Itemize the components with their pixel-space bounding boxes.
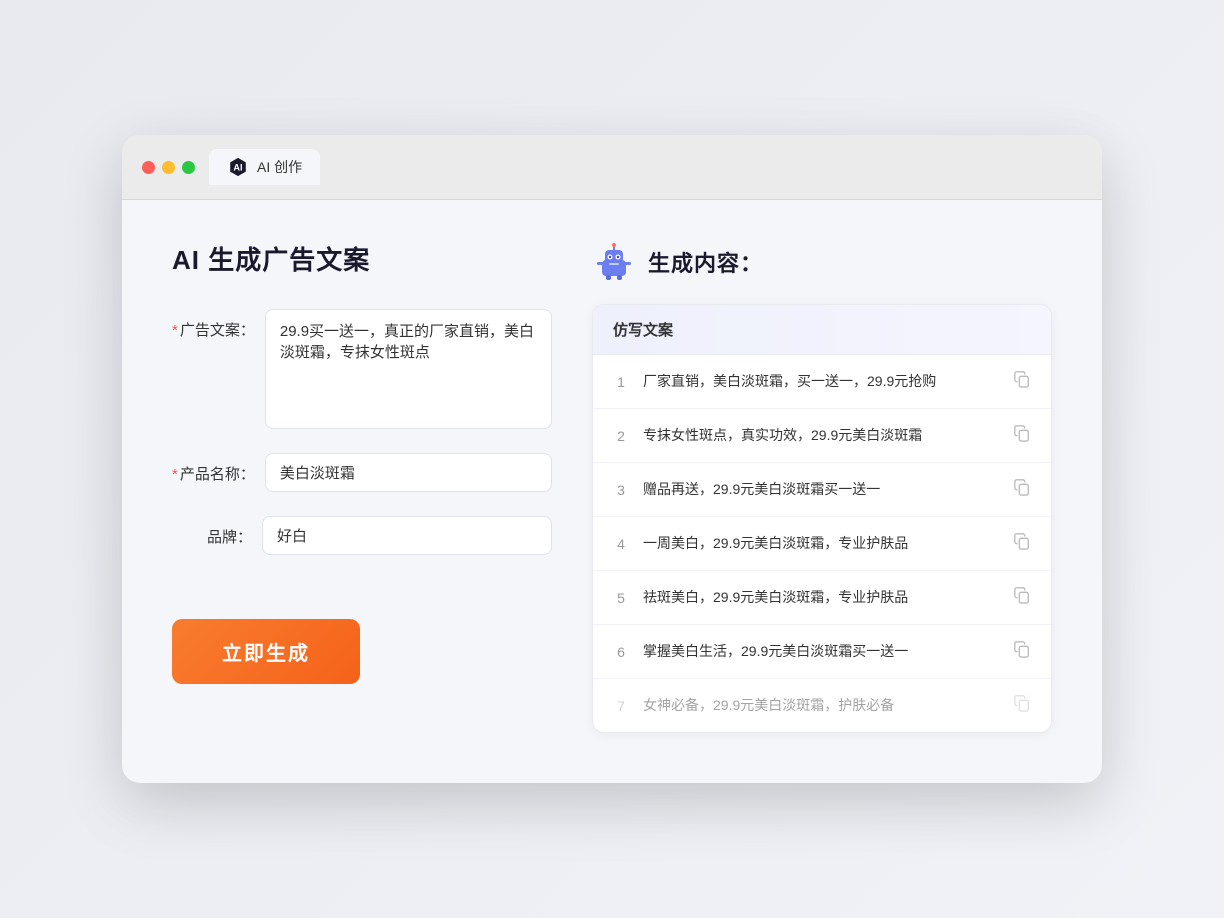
result-item: 3 赠品再送，29.9元美白淡斑霜买一送一 <box>593 463 1051 517</box>
copy-button[interactable] <box>1013 370 1031 393</box>
required-star: * <box>172 322 178 339</box>
result-item: 5 祛斑美白，29.9元美白淡斑霜，专业护肤品 <box>593 571 1051 625</box>
traffic-light-maximize[interactable] <box>182 161 195 174</box>
traffic-light-minimize[interactable] <box>162 161 175 174</box>
robot-icon <box>592 240 636 284</box>
result-item: 4 一周美白，29.9元美白淡斑霜，专业护肤品 <box>593 517 1051 571</box>
titlebar: AI AI 创作 <box>122 135 1102 200</box>
ad-copy-textarea[interactable] <box>265 309 552 429</box>
traffic-light-close[interactable] <box>142 161 155 174</box>
result-text: 赠品再送，29.9元美白淡斑霜买一送一 <box>643 479 999 500</box>
result-number: 4 <box>613 536 629 552</box>
results-header: 仿写文案 <box>593 305 1051 355</box>
results-list: 1 厂家直销，美白淡斑霜，买一送一，29.9元抢购 2 专抹女性斑点，真实功效，29… <box>593 355 1051 732</box>
product-name-input[interactable] <box>265 453 552 492</box>
result-number: 2 <box>613 428 629 444</box>
result-number: 6 <box>613 644 629 660</box>
ad-copy-group: *广告文案： <box>172 309 552 429</box>
browser-content: AI 生成广告文案 *广告文案： *产品名称： 品牌： 立 <box>122 200 1102 783</box>
product-name-group: *产品名称： <box>172 453 552 492</box>
browser-window: AI AI 创作 AI 生成广告文案 *广告文案： *产品名称： <box>122 135 1102 783</box>
result-number: 7 <box>613 698 629 714</box>
result-text: 祛斑美白，29.9元美白淡斑霜，专业护肤品 <box>643 587 999 608</box>
result-number: 1 <box>613 374 629 390</box>
result-text: 专抹女性斑点，真实功效，29.9元美白淡斑霜 <box>643 425 999 446</box>
copy-button[interactable] <box>1013 694 1031 717</box>
required-star-2: * <box>172 466 178 483</box>
result-number: 3 <box>613 482 629 498</box>
brand-group: 品牌： <box>172 516 552 555</box>
result-item: 7 女神必备，29.9元美白淡斑霜，护肤必备 <box>593 679 1051 732</box>
result-item: 2 专抹女性斑点，真实功效，29.9元美白淡斑霜 <box>593 409 1051 463</box>
copy-button[interactable] <box>1013 424 1031 447</box>
tab-label: AI 创作 <box>257 157 302 177</box>
copy-button[interactable] <box>1013 478 1031 501</box>
result-item: 1 厂家直销，美白淡斑霜，买一送一，29.9元抢购 <box>593 355 1051 409</box>
svg-text:AI: AI <box>233 163 242 173</box>
result-text: 女神必备，29.9元美白淡斑霜，护肤必备 <box>643 695 999 716</box>
result-text: 厂家直销，美白淡斑霜，买一送一，29.9元抢购 <box>643 371 999 392</box>
generate-button[interactable]: 立即生成 <box>172 619 360 684</box>
right-panel: 生成内容： 仿写文案 1 厂家直销，美白淡斑霜，买一送一，29.9元抢购 2 专抹女… <box>592 240 1052 733</box>
result-text: 一周美白，29.9元美白淡斑霜，专业护肤品 <box>643 533 999 554</box>
result-item: 6 掌握美白生活，29.9元美白淡斑霜买一送一 <box>593 625 1051 679</box>
tab-ai-creation[interactable]: AI AI 创作 <box>209 149 320 185</box>
ad-copy-label: *广告文案： <box>172 309 255 340</box>
right-title: 生成内容： <box>648 246 763 278</box>
right-header: 生成内容： <box>592 240 1052 284</box>
page-title: AI 生成广告文案 <box>172 240 552 277</box>
copy-button[interactable] <box>1013 640 1031 663</box>
results-card: 仿写文案 1 厂家直销，美白淡斑霜，买一送一，29.9元抢购 2 专抹女性斑点，真实… <box>592 304 1052 733</box>
product-name-label: *产品名称： <box>172 453 255 484</box>
result-number: 5 <box>613 590 629 606</box>
ai-tab-icon: AI <box>227 156 249 178</box>
brand-input[interactable] <box>262 516 552 555</box>
brand-label: 品牌： <box>172 516 252 547</box>
left-panel: AI 生成广告文案 *广告文案： *产品名称： 品牌： 立 <box>172 240 552 733</box>
traffic-lights <box>142 161 195 174</box>
copy-button[interactable] <box>1013 532 1031 555</box>
copy-button[interactable] <box>1013 586 1031 609</box>
result-text: 掌握美白生活，29.9元美白淡斑霜买一送一 <box>643 641 999 662</box>
